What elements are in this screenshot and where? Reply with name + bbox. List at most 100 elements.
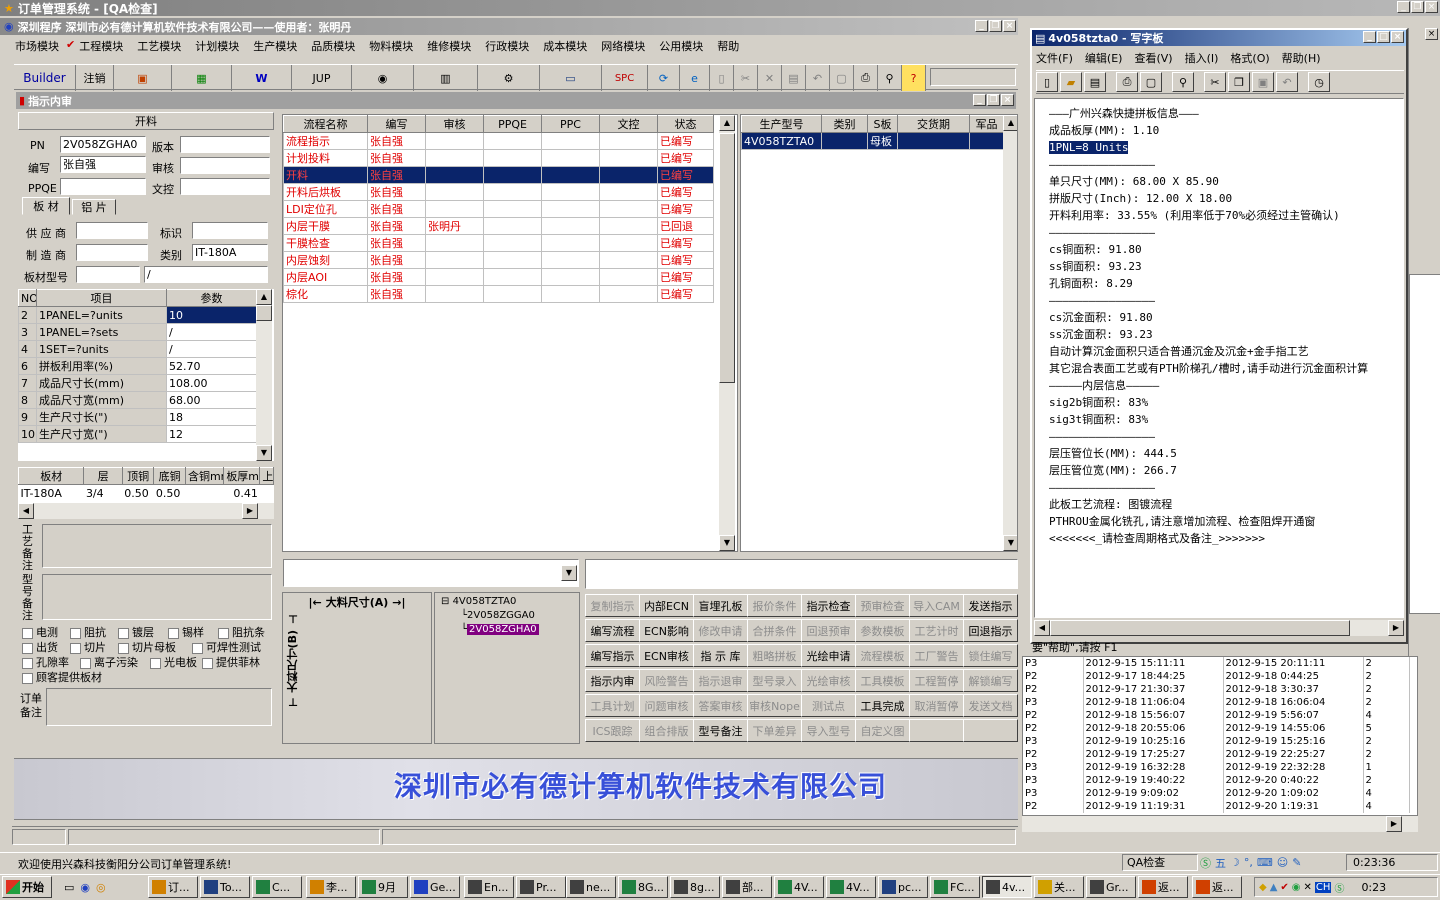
log-cell[interactable]: P2 <box>1023 709 1084 722</box>
log-row[interactable]: P2 2012-9-17 18:44:25 2012-9-18 0:44:25 2 <box>1023 670 1410 683</box>
log-cell[interactable]: 4 <box>1363 787 1410 800</box>
logout-button[interactable]: 注销 <box>76 65 114 91</box>
flow-cell-reviewer[interactable] <box>425 183 484 201</box>
action-button[interactable]: 预审检查 <box>855 594 910 617</box>
flow-row[interactable]: 棕化 张自强 已编写 <box>283 285 714 303</box>
jup-button[interactable]: JUP <box>292 65 352 91</box>
wordpad-menu-item[interactable]: 查看(V) <box>1134 50 1172 66</box>
flow-cell[interactable] <box>483 200 542 218</box>
flow-col-header[interactable]: 编写 <box>367 115 426 133</box>
child-minimize-icon[interactable]: _ <box>975 20 988 32</box>
log-row[interactable]: P3 2012-9-18 11:06:04 2012-9-18 16:06:04 2 <box>1023 696 1410 709</box>
taskbar-item[interactable]: 4v... <box>982 876 1032 898</box>
menu-item[interactable]: 维修模块 <box>420 38 478 54</box>
param-row[interactable]: 8 成品尺寸宽(mm) 68.00 <box>18 391 257 409</box>
taskbar-item[interactable]: Ge... <box>410 876 460 898</box>
model-scrollbar[interactable] <box>1003 115 1017 551</box>
action-button[interactable]: 参数模板 <box>855 619 910 642</box>
log-scroll-right-icon[interactable]: ▶ <box>1386 816 1402 832</box>
param-row[interactable]: 6 拼板利用率(%) 52.70 <box>18 357 257 375</box>
wp-preview-icon[interactable]: ▢ <box>1140 72 1162 92</box>
menu-item[interactable]: 品质模块 <box>304 38 362 54</box>
menu-item[interactable]: 公用模块 <box>652 38 710 54</box>
action-button[interactable]: 回退指示 <box>963 619 1018 642</box>
log-cell[interactable]: 2012-9-19 9:09:02 <box>1083 787 1224 800</box>
layer-cell[interactable]: IT-180A <box>19 485 84 502</box>
tray-icon-2[interactable]: ▲ <box>1270 882 1278 893</box>
wp-new-icon[interactable]: ▯ <box>1036 72 1058 92</box>
save-icon[interactable]: ▤ <box>782 65 806 91</box>
param-col-no[interactable]: NO <box>18 289 37 307</box>
param-cell-val[interactable]: 52.70 <box>166 357 257 375</box>
tab-aluminum[interactable]: 铝 片 <box>72 199 116 215</box>
flow-text-field[interactable] <box>585 559 1018 589</box>
database-icon[interactable]: ▥ <box>414 65 478 91</box>
param-cell-no[interactable]: 9 <box>18 408 37 426</box>
tree-child-1[interactable]: └2V058ZGGA0 <box>461 610 535 621</box>
log-cell[interactable]: 2012-9-15 15:11:11 <box>1083 657 1224 670</box>
checkbox-option[interactable]: 可焊性测试 <box>192 639 261 655</box>
log-cell[interactable]: 5 <box>1363 722 1410 735</box>
action-button[interactable]: 内部ECN <box>639 594 694 617</box>
flow-cell[interactable] <box>541 183 600 201</box>
start-button[interactable]: 开始 <box>2 876 52 898</box>
flow-cell-writer[interactable]: 张自强 <box>367 200 426 218</box>
flow-cell-name[interactable]: 开料 <box>283 166 368 184</box>
menu-item[interactable]: 计划模块 <box>188 38 246 54</box>
taskbar-item[interactable]: FC... <box>930 876 980 898</box>
ime-punct-icon[interactable]: °, <box>1244 856 1253 869</box>
ime-person-icon[interactable]: ☺ <box>1277 856 1288 869</box>
taskbar-item[interactable]: 订... <box>148 876 198 898</box>
param-row[interactable]: 10 生产尺寸宽(") 12 <box>18 425 257 443</box>
flow-cell[interactable] <box>541 166 600 184</box>
taskbar-item[interactable]: 8g... <box>670 876 720 898</box>
report-icon[interactable]: ▣ <box>114 65 172 91</box>
action-button[interactable]: 下单差异 <box>747 719 802 742</box>
wp-scroll-thumb[interactable] <box>1050 620 1350 636</box>
action-button[interactable]: 工具模板 <box>855 669 910 692</box>
checkbox-box[interactable] <box>22 672 33 684</box>
flow-col-header[interactable]: PPC <box>541 115 600 133</box>
menu-item[interactable]: 行政模块 <box>478 38 536 54</box>
ime-wu-icon[interactable]: 五 <box>1215 855 1226 871</box>
wordpad-menu-item[interactable]: 帮助(H) <box>1282 50 1321 66</box>
action-button[interactable]: 工厂警告 <box>909 644 964 667</box>
param-cell-item[interactable]: 1SET=?units <box>36 340 167 358</box>
flow-cell-writer[interactable]: 张自强 <box>367 132 426 150</box>
find-icon[interactable]: ⚲ <box>878 65 902 91</box>
scroll-right-icon[interactable]: ▶ <box>242 503 258 519</box>
taskbar-item[interactable]: 李... <box>306 876 356 898</box>
layer-col-header[interactable]: 层 <box>83 467 123 485</box>
checkbox-box[interactable] <box>118 627 129 639</box>
wp-print-icon[interactable]: ⎙ <box>1116 72 1138 92</box>
log-cell[interactable]: 2012-9-19 5:56:07 <box>1223 709 1364 722</box>
flow-cell-writer[interactable]: 张自强 <box>367 285 426 303</box>
action-button[interactable]: 回退预审 <box>801 619 856 642</box>
model-col-header[interactable]: 交货期 <box>897 115 970 133</box>
flow-row[interactable]: 内层干膜 张自强 张明丹 已回退 <box>283 217 714 235</box>
checkbox-option[interactable]: 镀层 <box>118 624 154 640</box>
menu-item[interactable]: 物料模块 <box>362 38 420 54</box>
log-cell[interactable]: 2012-9-19 15:25:16 <box>1223 735 1364 748</box>
taskbar-item[interactable]: 9月 <box>358 876 408 898</box>
log-cell[interactable]: 2012-9-19 19:40:22 <box>1083 774 1224 787</box>
param-cell-item[interactable]: 拼板利用率(%) <box>36 357 167 375</box>
wp-find-icon[interactable]: ⚲ <box>1172 72 1194 92</box>
flow-row[interactable]: 内层蚀刻 张自强 已编写 <box>283 251 714 269</box>
flow-cell-status[interactable]: 已编写 <box>657 200 714 218</box>
combo-arrow-icon[interactable]: ▼ <box>561 565 577 581</box>
action-button[interactable]: 工艺计时 <box>909 619 964 642</box>
reviewer-field[interactable] <box>180 157 270 174</box>
scroll-thumb[interactable] <box>256 305 272 321</box>
flow-cell-name[interactable]: 内层AOI <box>283 268 368 286</box>
flow-scroll-up-icon[interactable]: ▲ <box>719 115 735 131</box>
log-cell[interactable]: 2012-9-18 0:44:25 <box>1223 670 1364 683</box>
flow-cell-writer[interactable]: 张自强 <box>367 251 426 269</box>
log-cell[interactable]: 2012-9-17 21:30:37 <box>1083 683 1224 696</box>
flow-cell-reviewer[interactable] <box>425 285 484 303</box>
log-cell[interactable]: 2012-9-20 0:40:22 <box>1223 774 1364 787</box>
log-cell[interactable]: P2 <box>1023 800 1084 813</box>
checkbox-option[interactable]: 电测 <box>22 624 58 640</box>
model-cell[interactable]: 4V058TZTA0 <box>741 132 822 150</box>
flow-cell[interactable] <box>541 132 600 150</box>
